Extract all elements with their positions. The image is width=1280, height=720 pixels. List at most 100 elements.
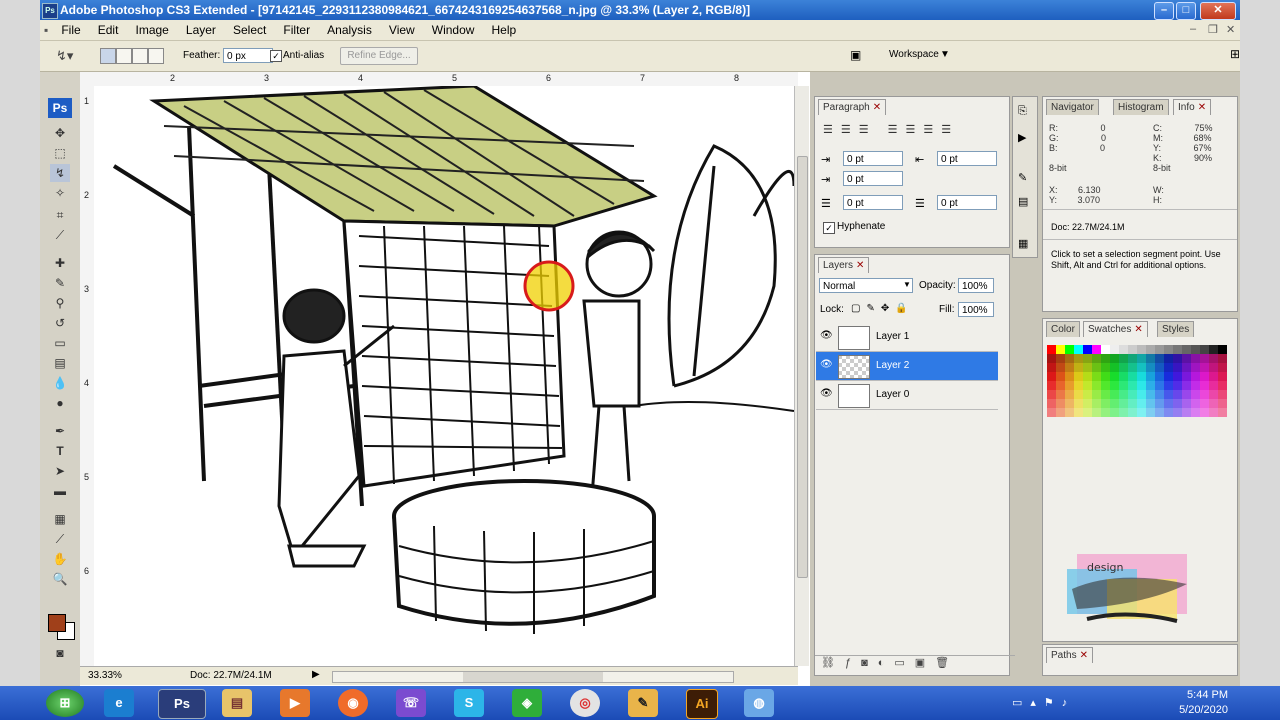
color-swatch[interactable] xyxy=(1083,363,1092,372)
blur-tool-icon[interactable]: 💧 xyxy=(50,374,70,392)
color-swatch[interactable] xyxy=(1092,381,1101,390)
gradient-tool-icon[interactable]: ▤ xyxy=(50,354,70,372)
color-swatch[interactable] xyxy=(1209,354,1218,363)
color-swatch[interactable] xyxy=(1218,399,1227,408)
color-swatch[interactable] xyxy=(1101,399,1110,408)
color-swatch[interactable] xyxy=(1056,354,1065,363)
space-after-field[interactable]: 0 pt xyxy=(937,195,997,210)
color-swatch[interactable] xyxy=(1101,408,1110,417)
color-swatch[interactable] xyxy=(1083,381,1092,390)
color-swatch[interactable] xyxy=(1083,354,1092,363)
color-swatch[interactable] xyxy=(1155,408,1164,417)
color-swatch[interactable] xyxy=(1209,363,1218,372)
swatch-grid[interactable] xyxy=(1043,341,1237,431)
color-swatch[interactable] xyxy=(1047,363,1056,372)
close-icon[interactable]: ✕ xyxy=(1080,650,1088,661)
tab-styles[interactable]: Styles xyxy=(1157,321,1195,337)
color-swatch[interactable] xyxy=(1173,381,1182,390)
viber-icon[interactable]: ☏ xyxy=(396,689,426,717)
pen-tool-icon[interactable]: ✒ xyxy=(50,422,70,440)
color-swatch[interactable] xyxy=(1218,390,1227,399)
notes-tool-icon[interactable]: ▦ xyxy=(50,510,70,528)
menu-analysis[interactable]: Analysis xyxy=(320,20,379,40)
color-swatch[interactable] xyxy=(1056,345,1065,354)
eraser-tool-icon[interactable]: ▭ xyxy=(50,334,70,352)
doc-close-icon[interactable]: ✕ xyxy=(1226,23,1235,36)
color-swatch[interactable] xyxy=(1110,372,1119,381)
color-swatch[interactable] xyxy=(1191,381,1200,390)
doc-minimize-icon[interactable]: – xyxy=(1190,23,1196,35)
color-swatch[interactable] xyxy=(1065,390,1074,399)
color-swatch[interactable] xyxy=(1209,399,1218,408)
color-swatch[interactable] xyxy=(1119,408,1128,417)
color-swatch[interactable] xyxy=(1137,399,1146,408)
color-swatch[interactable] xyxy=(1074,399,1083,408)
color-swatch[interactable] xyxy=(1218,372,1227,381)
ie-icon[interactable]: e xyxy=(104,689,134,717)
menu-window[interactable]: Window xyxy=(425,20,482,40)
tab-info[interactable]: Info ✕ xyxy=(1173,99,1212,115)
color-swatch[interactable] xyxy=(1182,390,1191,399)
color-swatch[interactable] xyxy=(1164,354,1173,363)
color-swatch[interactable] xyxy=(1200,408,1209,417)
color-swatch[interactable] xyxy=(1182,345,1191,354)
color-swatch[interactable] xyxy=(1209,381,1218,390)
color-swatch[interactable] xyxy=(1128,363,1137,372)
color-swatch[interactable] xyxy=(1200,399,1209,408)
color-swatch[interactable] xyxy=(1209,408,1218,417)
color-swatch[interactable] xyxy=(1074,390,1083,399)
color-swatch[interactable] xyxy=(1164,381,1173,390)
color-swatch[interactable] xyxy=(1056,381,1065,390)
color-swatch[interactable] xyxy=(1146,399,1155,408)
color-swatch[interactable] xyxy=(1065,354,1074,363)
tab-paths[interactable]: Paths ✕ xyxy=(1046,647,1093,663)
color-swatch[interactable] xyxy=(1065,363,1074,372)
color-swatch[interactable] xyxy=(1137,390,1146,399)
color-swatch[interactable] xyxy=(1146,390,1155,399)
color-swatch[interactable] xyxy=(1155,381,1164,390)
color-swatch[interactable] xyxy=(1128,345,1137,354)
color-swatch[interactable] xyxy=(1065,399,1074,408)
status-menu-arrow-icon[interactable]: ▶ xyxy=(312,669,320,680)
indent-left-field[interactable]: 0 pt xyxy=(843,151,903,166)
menu-help[interactable]: Help xyxy=(485,20,524,40)
color-swatch[interactable] xyxy=(1218,408,1227,417)
color-swatch[interactable] xyxy=(1173,354,1182,363)
actions-icon[interactable]: ▶ xyxy=(1018,131,1026,144)
color-swatch[interactable] xyxy=(1074,354,1083,363)
fill-field[interactable]: 100% xyxy=(958,302,994,317)
close-button[interactable]: ✕ xyxy=(1200,2,1236,20)
chrome-icon[interactable]: ◎ xyxy=(570,689,600,717)
color-swatch[interactable] xyxy=(1128,399,1137,408)
tool-presets-icon[interactable]: ✎ xyxy=(1018,171,1027,184)
color-swatch[interactable] xyxy=(1155,345,1164,354)
zoom-level[interactable]: 33.33% xyxy=(88,670,122,681)
color-swatch[interactable] xyxy=(1065,408,1074,417)
color-swatch[interactable] xyxy=(1119,390,1128,399)
close-icon[interactable]: ✕ xyxy=(1198,102,1206,113)
color-swatch[interactable] xyxy=(1065,345,1074,354)
brushes-icon[interactable]: ▤ xyxy=(1018,195,1028,208)
color-swatch[interactable] xyxy=(1164,399,1173,408)
menu-select[interactable]: Select xyxy=(226,20,273,40)
minimize-button[interactable]: – xyxy=(1154,2,1174,20)
color-swatch[interactable] xyxy=(1056,390,1065,399)
space-before-field[interactable]: 0 pt xyxy=(843,195,903,210)
color-swatch[interactable] xyxy=(1200,363,1209,372)
eye-icon[interactable]: 👁 xyxy=(820,360,833,370)
menu-filter[interactable]: Filter xyxy=(276,20,317,40)
color-swatch[interactable] xyxy=(1074,408,1083,417)
color-swatch[interactable] xyxy=(1137,372,1146,381)
color-swatch[interactable] xyxy=(1074,381,1083,390)
color-swatch[interactable] xyxy=(1110,399,1119,408)
color-swatch[interactable] xyxy=(1047,354,1056,363)
color-swatch[interactable] xyxy=(1155,363,1164,372)
color-swatch[interactable] xyxy=(1092,390,1101,399)
color-swatch[interactable] xyxy=(1083,399,1092,408)
color-swatch[interactable] xyxy=(1101,345,1110,354)
close-icon[interactable]: ✕ xyxy=(1134,324,1142,335)
alignment-icons[interactable]: ☰☰☰ ☰☰☰☰ xyxy=(823,123,959,136)
tab-paragraph[interactable]: Paragraph ✕ xyxy=(818,99,887,115)
color-swatch[interactable] xyxy=(1047,345,1056,354)
layer-row[interactable]: 👁 Layer 0 xyxy=(816,381,998,410)
